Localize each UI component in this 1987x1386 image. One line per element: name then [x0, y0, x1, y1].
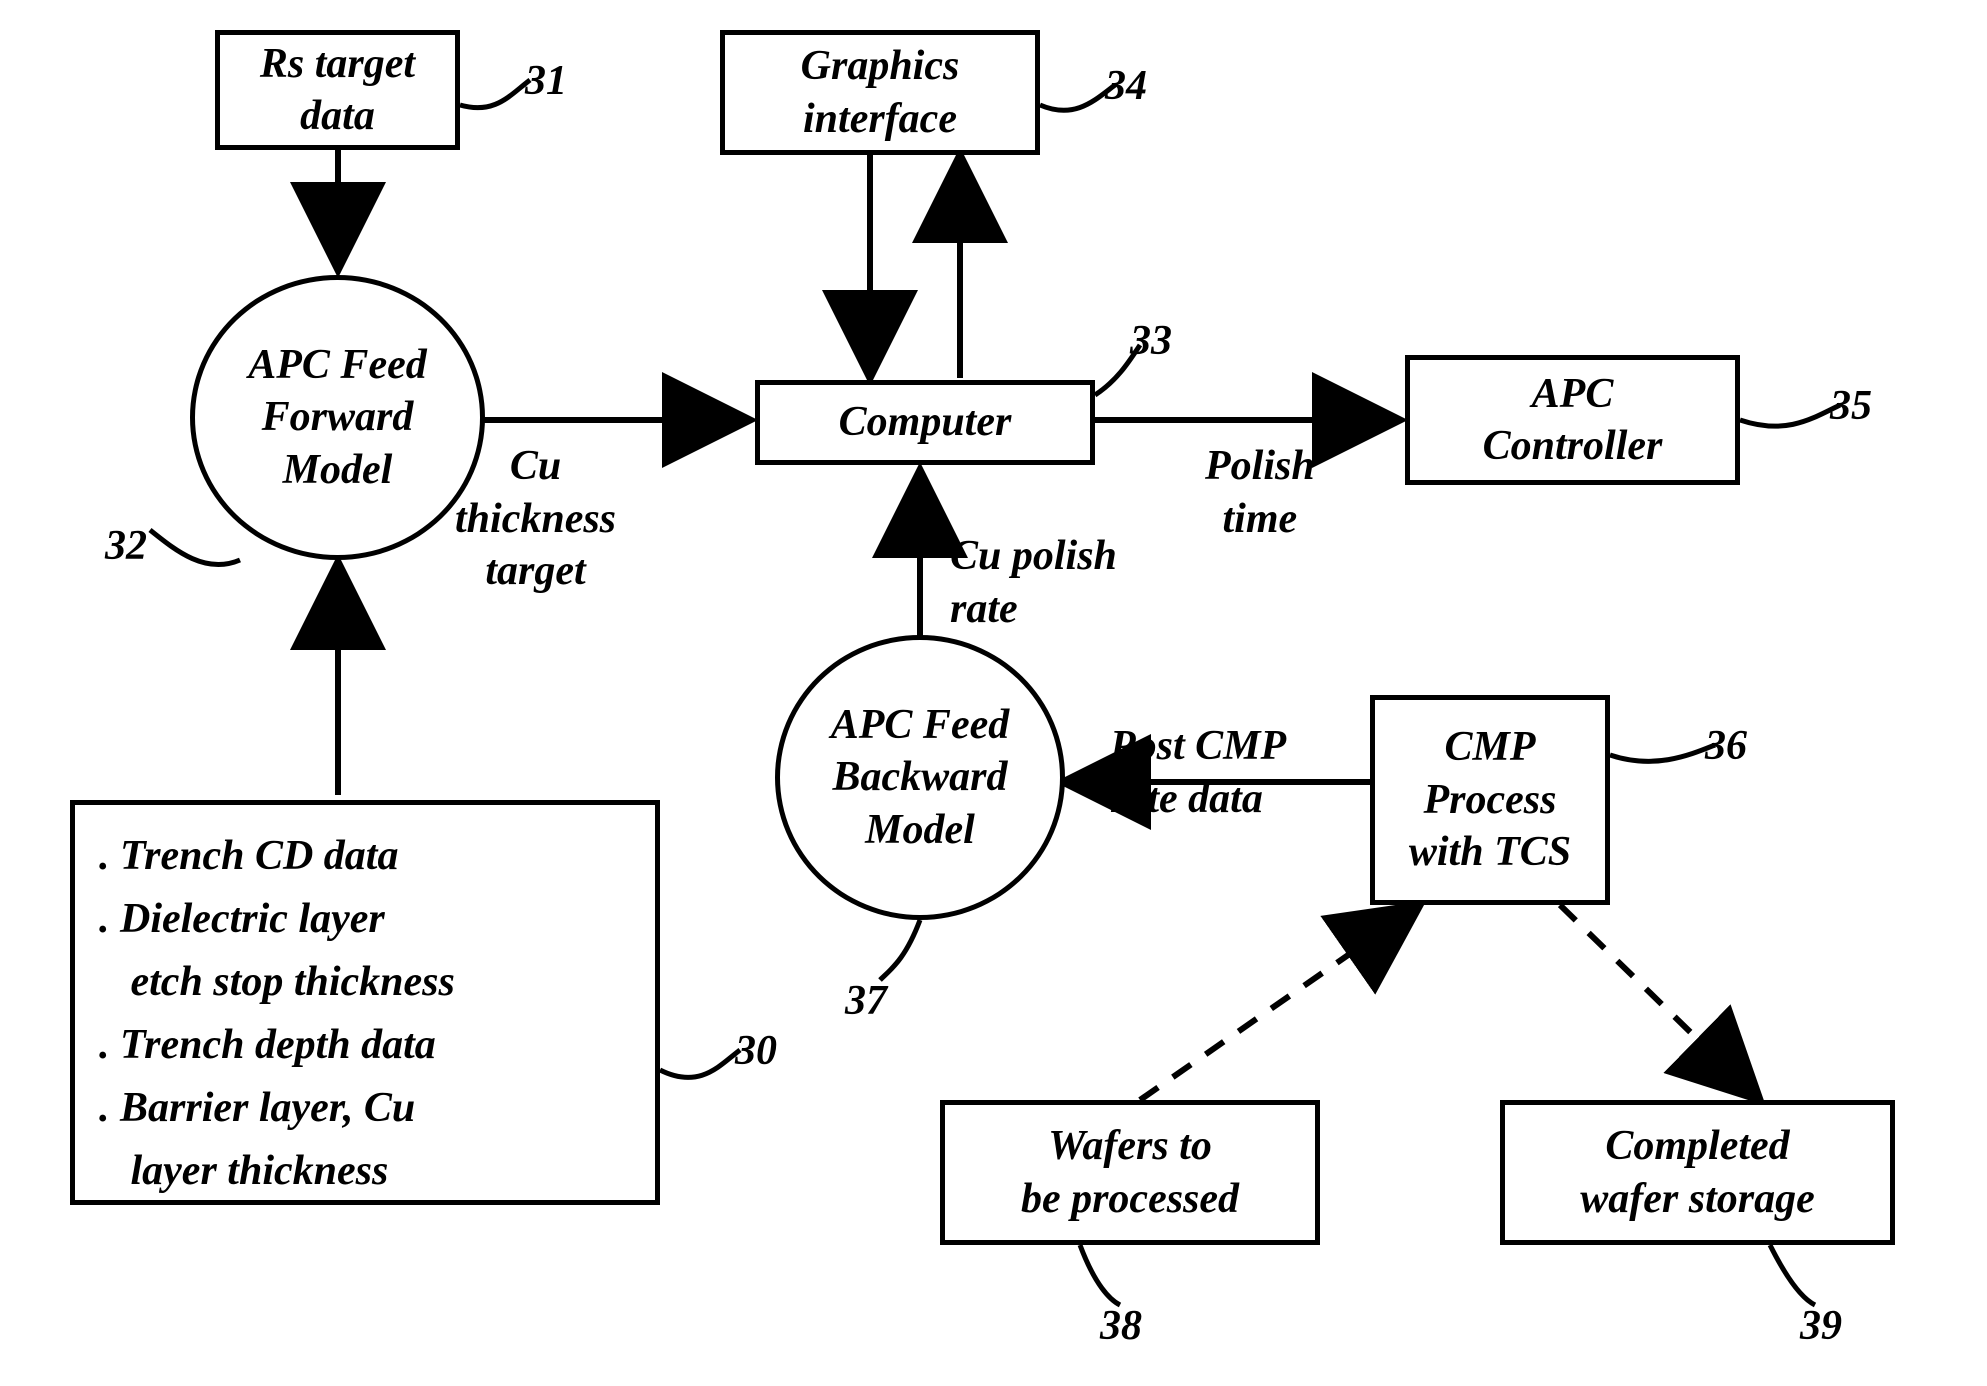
- cmp-process-box: CMP Process with TCS: [1370, 695, 1610, 905]
- ref-36: 36: [1705, 720, 1747, 773]
- computer-text: Computer: [839, 396, 1012, 449]
- graphics-interface-box: Graphics interface: [720, 30, 1040, 155]
- apc-feed-forward-circle: APC Feed Forward Model: [190, 275, 485, 560]
- ref-35: 35: [1830, 380, 1872, 433]
- leader-34: [1040, 85, 1115, 110]
- ref-33: 33: [1130, 315, 1172, 368]
- inputs-list-box: . Trench CD data . Dielectric layer etch…: [70, 800, 660, 1205]
- leader-37: [880, 920, 920, 980]
- cmp-process-text: CMP Process with TCS: [1409, 721, 1571, 879]
- label-polish-time: Polish time: [1205, 440, 1315, 545]
- ref-30: 30: [735, 1025, 777, 1078]
- ref-34: 34: [1105, 60, 1147, 113]
- apc-feed-backward-circle: APC Feed Backward Model: [775, 635, 1065, 920]
- ref-37: 37: [845, 975, 887, 1028]
- label-cu-thickness-target: Cu thickness target: [455, 440, 616, 598]
- apc-feed-backward-text: APC Feed Backward Model: [831, 699, 1009, 857]
- ref-38: 38: [1100, 1300, 1142, 1353]
- leader-32: [150, 530, 240, 565]
- inputs-item-1: . Dielectric layer etch stop thickness: [99, 888, 631, 1014]
- ref-31: 31: [525, 55, 567, 108]
- label-cu-polish-rate: Cu polish rate: [950, 530, 1117, 635]
- arrow-wafersin-to-cmp: [1140, 905, 1420, 1100]
- apc-feed-forward-text: APC Feed Forward Model: [248, 339, 426, 497]
- inputs-item-3: . Barrier layer, Cu layer thickness: [99, 1077, 631, 1203]
- leader-38: [1080, 1245, 1120, 1305]
- wafers-in-text: Wafers to be processed: [1021, 1120, 1239, 1225]
- rs-target-box: Rs target data: [215, 30, 460, 150]
- apc-controller-box: APC Controller: [1405, 355, 1740, 485]
- inputs-item-0: . Trench CD data: [99, 825, 631, 888]
- leader-31: [460, 80, 530, 108]
- ref-32: 32: [105, 520, 147, 573]
- apc-controller-text: APC Controller: [1483, 368, 1663, 473]
- wafers-out-text: Completed wafer storage: [1580, 1120, 1815, 1225]
- inputs-item-2: . Trench depth data: [99, 1014, 631, 1077]
- wafers-in-box: Wafers to be processed: [940, 1100, 1320, 1245]
- leader-30: [660, 1050, 740, 1077]
- wafers-out-box: Completed wafer storage: [1500, 1100, 1895, 1245]
- leader-35: [1740, 405, 1840, 426]
- leader-39: [1770, 1245, 1815, 1305]
- label-post-cmp-rate-data: Post CMP rate data: [1110, 720, 1286, 825]
- ref-39: 39: [1800, 1300, 1842, 1353]
- leader-36: [1610, 745, 1715, 761]
- arrow-cmp-to-wafersout: [1560, 905, 1760, 1100]
- computer-box: Computer: [755, 380, 1095, 465]
- rs-target-text: Rs target data: [260, 38, 415, 143]
- graphics-interface-text: Graphics interface: [801, 40, 960, 145]
